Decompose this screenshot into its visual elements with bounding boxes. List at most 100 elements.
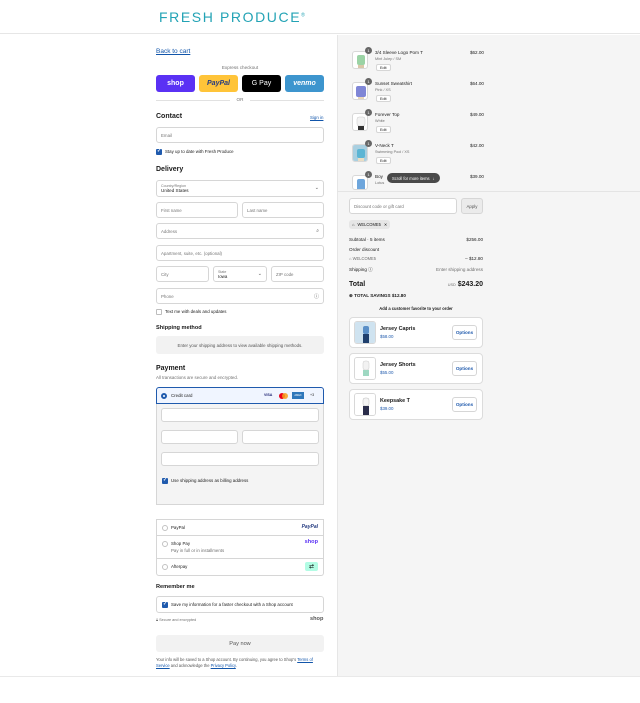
shipping-method-message: Enter your shipping address to view avai… <box>177 342 303 348</box>
legal-part-2: and acknowledge the <box>169 662 211 668</box>
legal-text: Your info will be saved to a Shop accoun… <box>156 657 324 669</box>
upsell-image <box>354 393 376 416</box>
afterpay-option-label: Afterpay <box>171 564 188 569</box>
upsell-name: Jersey Shorts <box>380 362 416 368</box>
upsell-heading: Add a customer favorite to your order <box>379 306 453 311</box>
remove-discount-icon[interactable]: ✕ <box>384 222 387 227</box>
savings-label: TOTAL SAVINGS <box>354 293 391 298</box>
paypal-button[interactable]: PayPal <box>199 75 238 92</box>
help-icon[interactable]: ⓘ <box>314 293 319 300</box>
brand-logo[interactable]: FRESH PRODUCE® <box>159 9 306 25</box>
address-field[interactable]: Address ⌕ <box>156 223 324 239</box>
newsletter-checkbox[interactable] <box>156 148 162 155</box>
country-select[interactable]: Country/Region United States ⌄ <box>156 180 324 197</box>
cart-item-image <box>352 82 368 100</box>
cart-item-price: $64.00 <box>469 81 484 86</box>
quantity-badge: 1 <box>365 140 372 147</box>
shipping-label: Shipping <box>349 267 367 272</box>
subtotal-label: Subtotal · 5 items <box>349 237 385 242</box>
edit-button[interactable]: Edit <box>376 64 391 71</box>
checkout-form: Back to cart Express checkout shop PayPa… <box>0 35 336 697</box>
or-divider: OR <box>156 97 324 102</box>
options-button[interactable]: Options <box>452 325 477 340</box>
card-name-field[interactable] <box>161 452 319 466</box>
subtotal-row: Subtotal · 5 items $256.00 <box>349 237 483 242</box>
cart-item-variant: Pink / XS <box>375 88 391 92</box>
legal-part-1: Your info will be saved to a Shop accoun… <box>156 657 298 662</box>
edit-button[interactable]: Edit <box>376 95 391 102</box>
pay-now-label: Pay now <box>229 640 251 647</box>
cart-item-image <box>352 51 368 69</box>
chevron-down-icon: ⌄ <box>257 271 262 277</box>
apartment-field[interactable]: Apartment, suite, etc. (optional) <box>156 245 324 261</box>
zip-field[interactable]: ZIP code <box>271 266 324 282</box>
card-expiry-field[interactable] <box>161 430 238 444</box>
card-cvv-field[interactable] <box>242 430 319 444</box>
shop-pay-button[interactable]: shop <box>156 75 195 92</box>
secure-text: Secure and encrypted <box>159 618 197 622</box>
save-info-label: Save my information for a faster checkou… <box>171 602 293 607</box>
logo-mark: ® <box>301 12 307 19</box>
options-button[interactable]: Options <box>452 397 477 412</box>
secure-note: 🔒︎ Secure and encrypted <box>156 618 196 622</box>
last-name-field[interactable]: Last name <box>242 202 324 218</box>
billing-same-checkbox[interactable] <box>162 477 168 484</box>
text-me-checkbox[interactable] <box>156 309 162 315</box>
options-button[interactable]: Options <box>452 361 477 376</box>
afterpay-option[interactable]: Afterpay ⇄ <box>156 559 324 576</box>
save-info-checkbox[interactable] <box>162 601 168 608</box>
page-bottom-area <box>0 676 640 703</box>
scroll-more-pill[interactable]: Scroll for more items ↓ <box>387 173 440 183</box>
total-value: $243.20 <box>457 281 483 288</box>
pay-now-button[interactable]: Pay now <box>156 635 324 652</box>
cart-divider <box>337 191 640 192</box>
cart-item-name: Boy <box>375 174 383 179</box>
upsell-price: $39.00 <box>380 406 394 411</box>
edit-button[interactable]: Edit <box>376 157 391 164</box>
scroll-hint-text: Scroll for more items <box>392 175 430 181</box>
paypal-option[interactable]: PayPal PayPal <box>156 519 324 536</box>
city-field[interactable]: City <box>156 266 209 282</box>
discount-code-input[interactable]: Discount code or gift card <box>349 198 457 214</box>
google-pay-button[interactable]: G Pay <box>242 75 281 92</box>
contact-heading: Contact <box>156 113 183 120</box>
phone-field[interactable]: Phone ⓘ <box>156 288 324 304</box>
legal-end: . <box>235 662 237 668</box>
upsell-price: $58.00 <box>380 334 394 339</box>
quantity-badge: 1 <box>365 171 372 178</box>
remember-box: Save my information for a faster checkou… <box>156 596 324 613</box>
afterpay-radio[interactable] <box>162 564 168 570</box>
venmo-button[interactable]: venmo <box>285 75 324 92</box>
cart-item-price: $39.00 <box>469 174 484 179</box>
order-discount-label: Order discount <box>349 247 380 252</box>
cart-item-name: 3/4 Sleeve Logo Pom T <box>375 50 423 55</box>
shop-pay-radio[interactable] <box>162 541 168 547</box>
credit-card-radio[interactable] <box>161 393 167 399</box>
email-field[interactable]: Email <box>156 127 324 143</box>
delivery-heading: Delivery <box>156 166 184 173</box>
discount-row-code: WELCOME5 <box>352 256 377 261</box>
paypal-radio[interactable] <box>162 525 168 531</box>
credit-card-option[interactable]: Credit card VISA AMEX +3 <box>156 387 324 404</box>
shop-pay-logo: shop <box>304 539 318 545</box>
edit-button[interactable]: Edit <box>376 126 391 133</box>
state-select[interactable]: State Iowa ⌄ <box>213 266 267 282</box>
cart-item-price: $49.00 <box>469 112 484 117</box>
shipping-value: Enter shipping address <box>436 267 483 272</box>
apply-button[interactable]: Apply <box>461 198 483 214</box>
cart-item-name: Sunset Sweatshirt <box>375 81 413 86</box>
cart-item-variant: Swimming Pool / XS <box>375 150 410 154</box>
back-to-cart-link[interactable]: Back to cart <box>156 48 190 55</box>
privacy-policy-link[interactable]: Privacy Policy <box>211 663 236 668</box>
page-header: FRESH PRODUCE® <box>0 0 640 34</box>
sign-in-link[interactable]: Sign in <box>310 115 323 120</box>
card-number-field[interactable] <box>161 408 319 422</box>
email-placeholder: Email <box>161 132 172 138</box>
cart-item-variant: White <box>375 119 385 123</box>
info-icon[interactable]: ⓘ <box>368 267 373 272</box>
quantity-badge: 1 <box>365 78 372 85</box>
upsell-name: Keepsake T <box>380 398 410 404</box>
shop-pay-option[interactable]: Shop Pay Pay in full or in installments … <box>156 536 324 559</box>
arrow-down-icon: ↓ <box>432 175 435 181</box>
first-name-field[interactable]: First name <box>156 202 238 218</box>
